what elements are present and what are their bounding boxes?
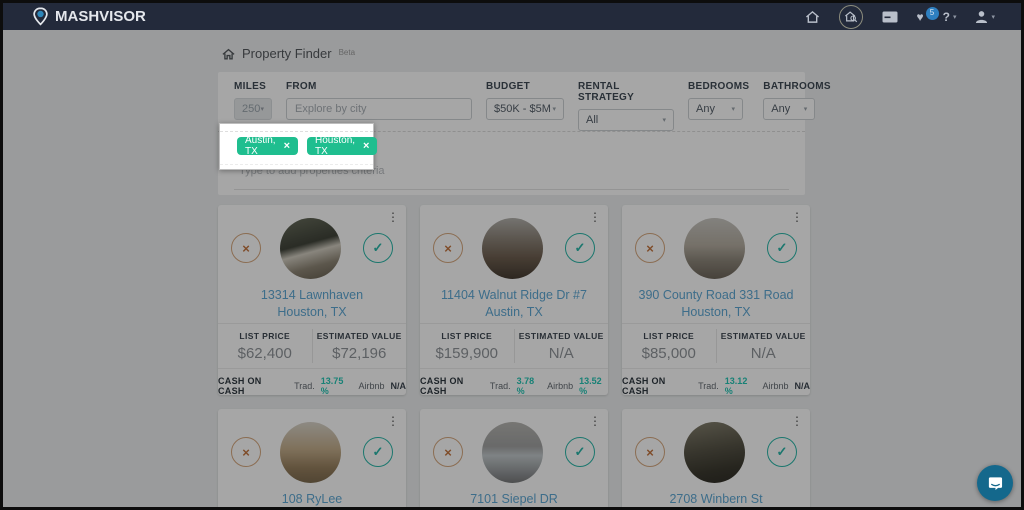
favorites-heart-icon[interactable]: ♥ 5 [916,6,939,24]
navbar-actions: ♥ 5 ? ▾ ▾ [805,4,995,29]
brand-name: MASHVISOR [55,8,146,25]
chevron-down-icon: ▾ [952,13,957,21]
home-icon[interactable] [805,10,820,24]
tag-label: Houston, TX [315,135,356,157]
app-screen: MASHVISOR ♥ 5 ? ▾ ▾ Property Finder Beta… [0,0,1024,510]
top-navbar: MASHVISOR ♥ 5 ? ▾ ▾ [3,3,1021,30]
city-tags: Austin, TX × Houston, TX × [237,135,378,157]
city-tag-austin[interactable]: Austin, TX × [237,135,299,157]
mashvisor-logo[interactable]: MASHVISOR [33,7,146,26]
billing-card-icon[interactable] [882,11,898,23]
favorites-count-badge: 5 [925,6,939,20]
map-pin-logo-icon [33,7,48,26]
dashed-separator [220,164,373,165]
dashed-separator [220,131,373,132]
remove-tag-icon[interactable]: × [363,140,369,152]
help-icon: ? [942,9,950,24]
city-tag-houston[interactable]: Houston, TX × [307,135,378,157]
account-icon [975,10,988,24]
chat-bubble-icon [987,475,1004,492]
account-menu[interactable]: ▾ [975,10,995,24]
property-finder-icon[interactable] [838,4,863,29]
remove-tag-icon[interactable]: × [284,140,290,152]
chat-launcher-button[interactable] [977,465,1013,501]
chevron-down-icon: ▾ [991,13,995,21]
tutorial-spotlight: Austin, TX × Houston, TX × [219,123,378,170]
tutorial-dim-overlay [3,30,1021,507]
help-menu[interactable]: ? ▾ [943,10,957,24]
heart-glyph: ♥ [916,9,924,24]
tag-label: Austin, TX [245,135,276,157]
